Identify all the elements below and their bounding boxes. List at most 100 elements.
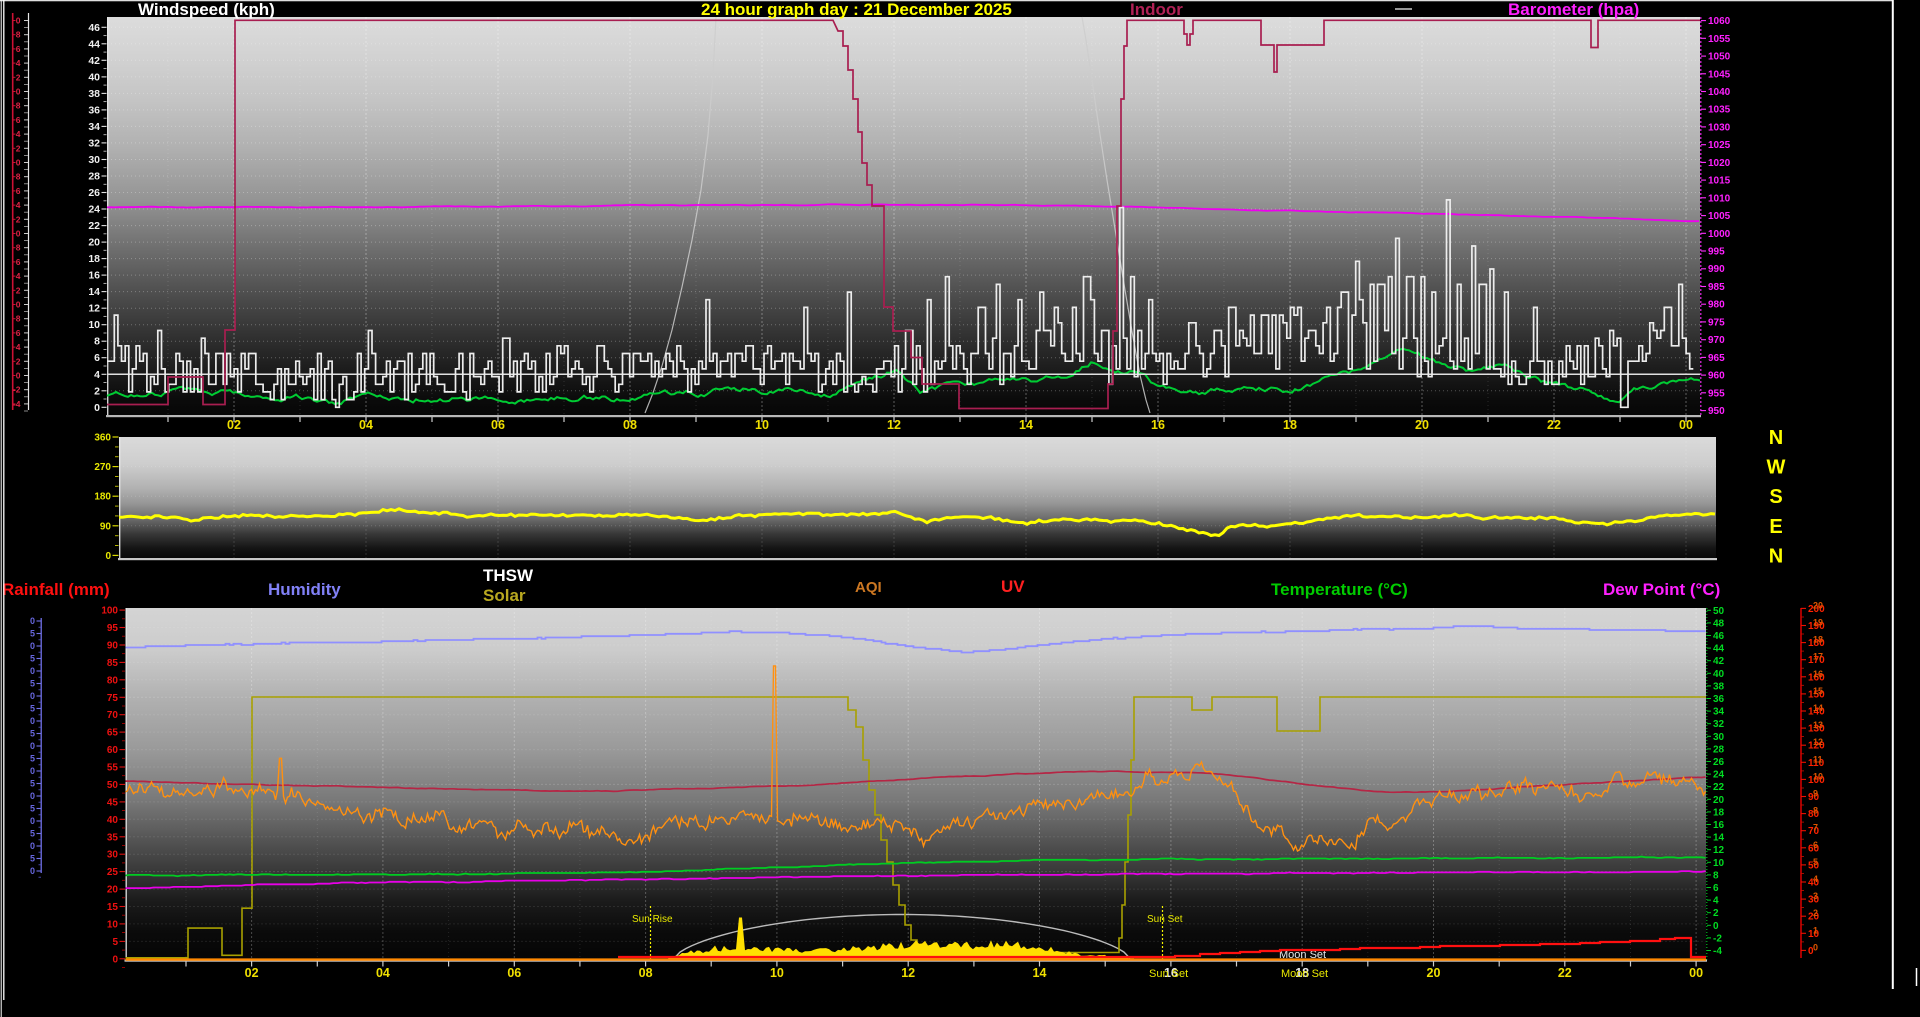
svg-text:5: 5 (30, 754, 35, 764)
svg-text:10: 10 (107, 919, 119, 930)
svg-text:40: 40 (1713, 669, 1725, 680)
svg-text:17: 17 (1813, 652, 1823, 662)
svg-text:75: 75 (107, 693, 119, 704)
svg-text:0: 0 (30, 791, 35, 801)
svg-text:45: 45 (107, 797, 119, 808)
svg-text:12: 12 (1813, 737, 1823, 747)
svg-text:5: 5 (112, 937, 118, 948)
svg-text:7: 7 (1813, 823, 1818, 833)
svg-text:1025: 1025 (1708, 140, 1731, 151)
svg-text:Temperature (°C): Temperature (°C) (1271, 580, 1408, 599)
svg-text:1035: 1035 (1708, 105, 1731, 116)
svg-text:0: 0 (30, 816, 35, 826)
svg-text:1045: 1045 (1708, 69, 1731, 80)
svg-text:0: 0 (30, 716, 35, 726)
svg-text:34: 34 (88, 121, 100, 133)
svg-text:E: E (1769, 516, 1782, 538)
svg-text:360: 360 (94, 433, 111, 444)
svg-text:18: 18 (1713, 807, 1725, 818)
svg-text:UV: UV (1001, 577, 1025, 596)
svg-text:20: 20 (1427, 966, 1441, 980)
svg-text:0: 0 (16, 158, 21, 168)
svg-text:06: 06 (507, 966, 521, 980)
svg-text:55: 55 (107, 763, 119, 774)
svg-text:1015: 1015 (1708, 176, 1731, 187)
svg-text:4: 4 (16, 271, 21, 281)
svg-text:18: 18 (1813, 635, 1823, 645)
svg-text:995: 995 (1708, 247, 1725, 258)
svg-text:8: 8 (1713, 870, 1719, 881)
svg-text:08: 08 (623, 418, 637, 432)
svg-text:48: 48 (1713, 618, 1725, 629)
svg-text:0: 0 (16, 229, 21, 239)
svg-text:5: 5 (1813, 857, 1818, 867)
svg-text:Humidity: Humidity (268, 580, 341, 599)
svg-text:90: 90 (107, 641, 119, 652)
svg-text:22: 22 (88, 220, 100, 232)
svg-text:5: 5 (30, 654, 35, 664)
svg-text:26: 26 (1713, 757, 1725, 768)
svg-text:0: 0 (16, 16, 21, 26)
svg-text:0: 0 (112, 954, 118, 965)
svg-text:18: 18 (88, 253, 100, 265)
svg-text:Windspeed (kph): Windspeed (kph) (138, 0, 275, 19)
svg-text:46: 46 (88, 22, 100, 34)
svg-text:Indoor: Indoor (1130, 0, 1183, 19)
svg-text:20: 20 (107, 885, 119, 896)
svg-text:12: 12 (88, 303, 100, 315)
svg-text:65: 65 (107, 728, 119, 739)
svg-text:1: 1 (1813, 925, 1818, 935)
svg-text:32: 32 (1713, 719, 1725, 730)
svg-text:0: 0 (94, 402, 100, 414)
svg-text:W: W (1767, 457, 1786, 479)
svg-text:15: 15 (107, 902, 119, 913)
svg-text:8: 8 (16, 172, 21, 182)
svg-text:19: 19 (1813, 618, 1823, 628)
svg-text:38: 38 (88, 88, 100, 100)
svg-text:Moon Set: Moon Set (1281, 968, 1328, 980)
svg-text:10: 10 (1713, 858, 1725, 869)
svg-text:2: 2 (94, 385, 100, 397)
svg-text:0: 0 (16, 300, 21, 310)
svg-text:Sun Set: Sun Set (1149, 968, 1188, 980)
svg-text:04: 04 (376, 966, 390, 980)
svg-text:4: 4 (16, 200, 21, 210)
svg-text:22: 22 (1547, 418, 1561, 432)
svg-text:2: 2 (16, 143, 21, 153)
svg-text:34: 34 (1713, 707, 1725, 718)
svg-text:20: 20 (88, 237, 100, 249)
svg-text:Rainfall (mm): Rainfall (mm) (2, 580, 110, 599)
svg-text:2: 2 (16, 285, 21, 295)
svg-text:-2: -2 (13, 385, 21, 395)
svg-text:42: 42 (88, 55, 100, 67)
svg-text:8: 8 (16, 101, 21, 111)
svg-text:80: 80 (107, 675, 119, 686)
svg-text:1020: 1020 (1708, 158, 1731, 169)
svg-text:4: 4 (94, 369, 100, 381)
svg-text:0: 0 (30, 616, 35, 626)
svg-text:28: 28 (88, 171, 100, 183)
svg-text:5: 5 (30, 729, 35, 739)
svg-text:6: 6 (1713, 883, 1719, 894)
svg-text:2: 2 (16, 356, 21, 366)
svg-text:0: 0 (30, 866, 35, 876)
svg-text:95: 95 (107, 623, 119, 634)
svg-text:2: 2 (1813, 908, 1818, 918)
svg-text:6: 6 (16, 328, 21, 338)
svg-text:8: 8 (94, 336, 100, 348)
svg-text:0: 0 (105, 551, 111, 562)
svg-text:14: 14 (1713, 833, 1725, 844)
svg-text:5: 5 (30, 854, 35, 864)
svg-text:4: 4 (16, 129, 21, 139)
svg-text:18: 18 (1283, 418, 1297, 432)
svg-text:980: 980 (1708, 300, 1725, 311)
svg-text:14: 14 (1033, 966, 1047, 980)
svg-text:2: 2 (16, 214, 21, 224)
svg-text:AQI: AQI (855, 579, 882, 596)
svg-text:20: 20 (1713, 795, 1725, 806)
svg-text:11: 11 (1813, 754, 1823, 764)
svg-text:02: 02 (227, 418, 241, 432)
svg-text:36: 36 (1713, 694, 1725, 705)
svg-text:35: 35 (107, 832, 119, 843)
svg-text:955: 955 (1708, 388, 1725, 399)
